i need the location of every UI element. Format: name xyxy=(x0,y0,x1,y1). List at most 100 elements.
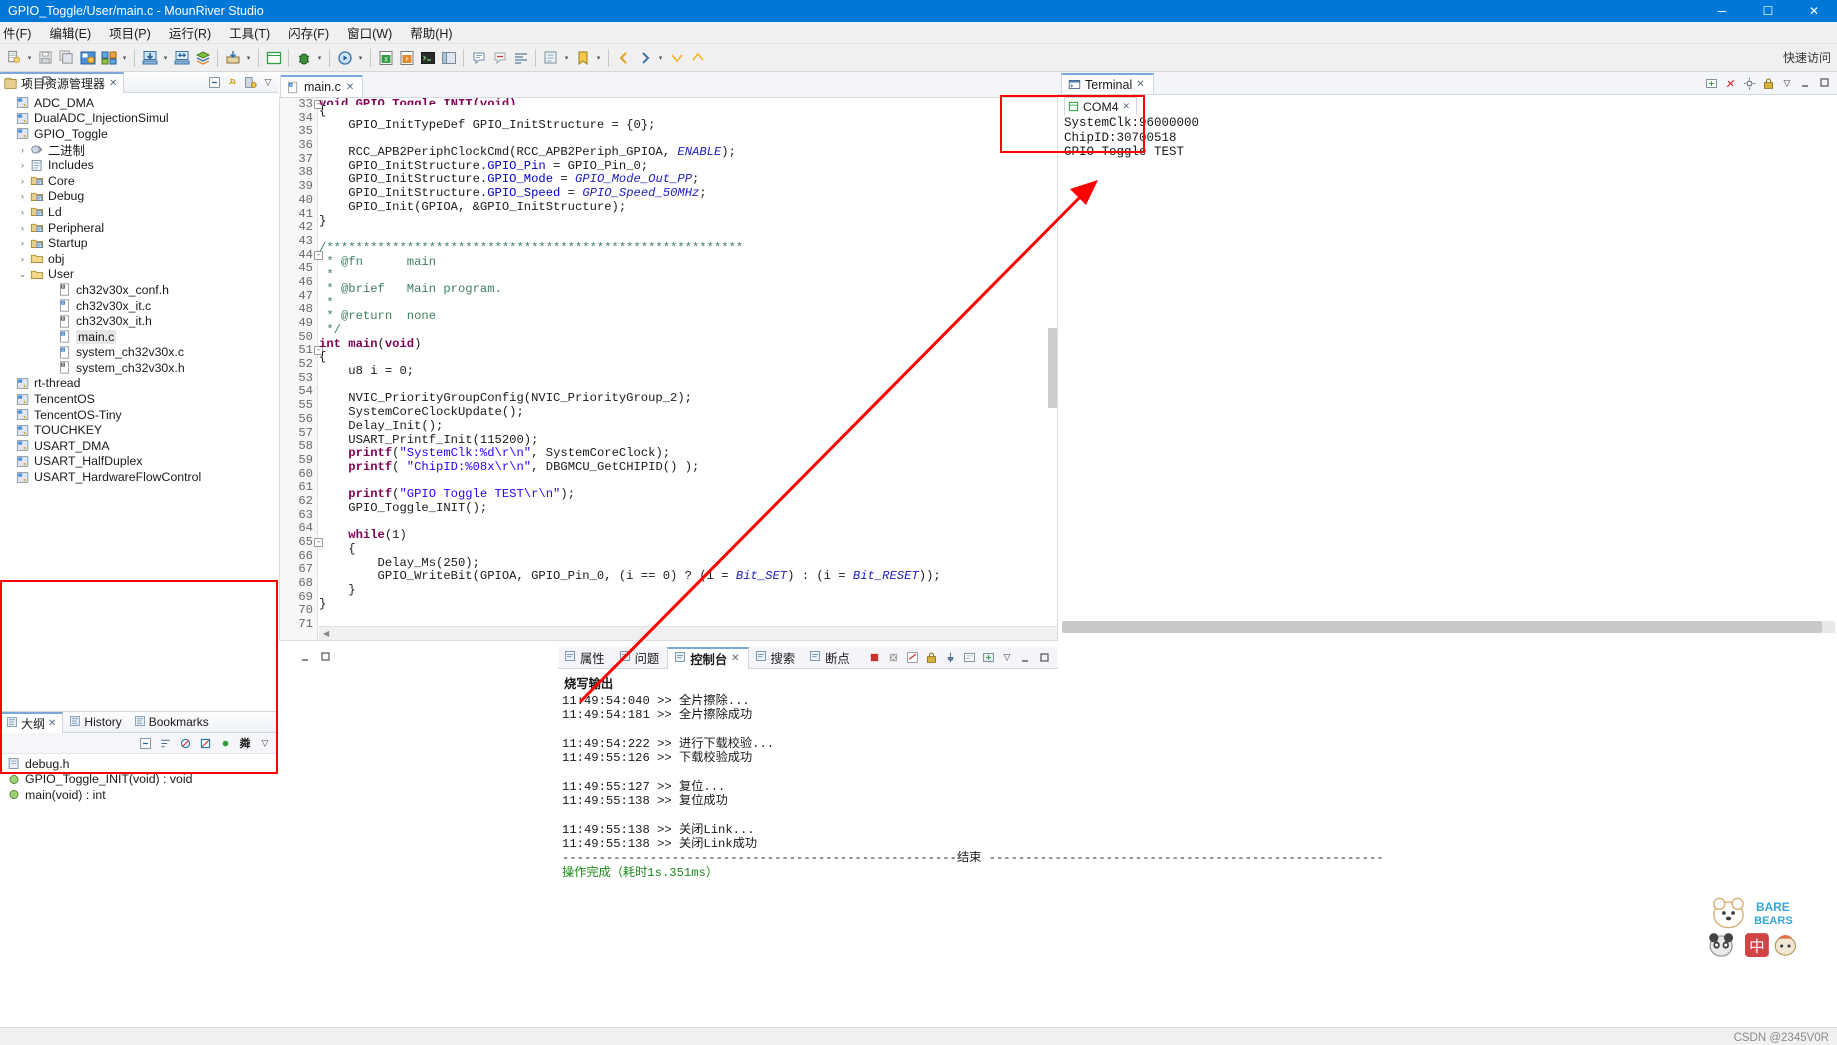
outline-item[interactable]: main(void) : int xyxy=(0,787,278,803)
import-dropdown-icon[interactable]: ▾ xyxy=(243,47,254,68)
tree-item-usart-dma[interactable]: USART_DMA xyxy=(0,438,278,454)
new-icon[interactable] xyxy=(3,47,24,68)
tree-item-rt-thread[interactable]: rt-thread xyxy=(0,376,278,392)
twisty-collapsed-icon[interactable]: › xyxy=(16,254,29,264)
uncomment-icon[interactable] xyxy=(489,47,510,68)
run-icon[interactable] xyxy=(334,47,355,68)
prev-annotation-icon[interactable] xyxy=(687,47,708,68)
perspective-icon[interactable] xyxy=(438,47,459,68)
twisty-expanded-icon[interactable]: ⌄ xyxy=(16,269,29,280)
import-icon[interactable] xyxy=(222,47,243,68)
minimize-button[interactable]: ─ xyxy=(1699,0,1745,22)
run-dropdown-icon[interactable]: ▾ xyxy=(355,47,366,68)
tree-item-ch32v30x-it-c[interactable]: c ch32v30x_it.c xyxy=(0,298,278,314)
close-button[interactable]: ✕ xyxy=(1791,0,1837,22)
close-icon[interactable]: ✕ xyxy=(109,78,117,89)
tree-item-ld[interactable]: › Ld xyxy=(0,204,278,220)
tab-search[interactable]: 搜索 xyxy=(749,647,804,669)
twisty-collapsed-icon[interactable]: › xyxy=(16,223,29,233)
new-dropdown-icon[interactable]: ▾ xyxy=(24,47,35,68)
export-pdf-icon[interactable]: P xyxy=(396,47,417,68)
collapse-all-icon[interactable] xyxy=(138,736,152,750)
build-config-icon[interactable] xyxy=(98,47,119,68)
bookmark-icon[interactable] xyxy=(572,47,593,68)
outline-item[interactable]: debug.h xyxy=(0,756,278,772)
view-menu-icon[interactable]: ▽ xyxy=(258,736,272,750)
search-dropdown-icon[interactable]: ▾ xyxy=(561,47,572,68)
scroll-lock-icon[interactable] xyxy=(924,651,938,665)
tree-item-ch32v30x-it-h[interactable]: h ch32v30x_it.h xyxy=(0,313,278,329)
minimize-view-icon[interactable] xyxy=(1799,76,1813,90)
hide-static-icon[interactable] xyxy=(198,736,212,750)
view-menu-icon[interactable]: ▽ xyxy=(1780,76,1794,90)
save-icon[interactable] xyxy=(35,47,56,68)
close-icon[interactable]: ✕ xyxy=(48,718,56,729)
tree-item-main-c[interactable]: c main.c xyxy=(0,329,278,345)
tree-item-system-ch32v30x-c[interactable]: c system_ch32v30x.c xyxy=(0,345,278,361)
console-view-icon[interactable] xyxy=(417,47,438,68)
maximize-view-icon[interactable] xyxy=(1818,76,1832,90)
twisty-collapsed-icon[interactable]: › xyxy=(16,145,29,155)
tab-outline[interactable]: 大纲 ✕ xyxy=(0,711,64,733)
open-console-icon[interactable] xyxy=(981,651,995,665)
tab-com4[interactable]: COM4 ✕ xyxy=(1064,97,1138,115)
export-excel-icon[interactable]: X xyxy=(375,47,396,68)
close-icon[interactable]: ✕ xyxy=(346,82,354,93)
remove-launch-icon[interactable] xyxy=(886,651,900,665)
close-icon[interactable]: ✕ xyxy=(731,653,739,664)
bookmark-dropdown-icon[interactable]: ▾ xyxy=(593,47,604,68)
maximize-button[interactable]: ☐ xyxy=(1745,0,1791,22)
tree-item--[interactable]: › 二进制 xyxy=(0,142,278,158)
tree-item-touchkey[interactable]: TOUCHKEY xyxy=(0,422,278,438)
terminal-open-icon[interactable] xyxy=(263,47,284,68)
build-dropdown-icon[interactable]: ▾ xyxy=(119,47,130,68)
console-output[interactable]: 烧写输出 11:49:54:040 >> 全片擦除... 11:49:54:181… xyxy=(558,670,1384,1027)
link-with-editor-icon[interactable] xyxy=(225,75,239,89)
tree-item-tencentos-tiny[interactable]: TencentOS-Tiny xyxy=(0,407,278,423)
new-terminal-icon[interactable] xyxy=(1704,76,1718,90)
menu-help[interactable]: 帮助(H) xyxy=(401,22,461,43)
tab-console[interactable]: 控制台 ✕ xyxy=(667,646,749,669)
tree-item-tencentos[interactable]: TencentOS xyxy=(0,391,278,407)
format-icon[interactable] xyxy=(510,47,531,68)
terminal-settings-icon[interactable] xyxy=(1742,76,1756,90)
tree-item-user[interactable]: ⌄ User xyxy=(0,267,278,283)
menu-file[interactable]: 件(F) xyxy=(0,22,40,43)
tab-project-explorer[interactable]: 项目资源管理器 ✕ xyxy=(0,71,125,93)
download-all-icon[interactable] xyxy=(171,47,192,68)
view-filter-icon[interactable] xyxy=(243,75,257,89)
tree-item-includes[interactable]: › Includes xyxy=(0,157,278,173)
tree-item-peripheral[interactable]: › Peripheral xyxy=(0,220,278,236)
close-icon[interactable]: ✕ xyxy=(1136,79,1144,90)
twisty-collapsed-icon[interactable]: › xyxy=(16,207,29,217)
link-editor-icon[interactable]: 粦 xyxy=(238,736,252,750)
collapse-all-icon[interactable] xyxy=(207,75,221,89)
menu-project[interactable]: 项目(P) xyxy=(100,22,160,43)
tree-item-gpio-toggle[interactable]: GPIO_Toggle xyxy=(0,126,278,142)
view-menu-icon[interactable]: ▽ xyxy=(1000,651,1014,665)
tab-breakpoints[interactable]: 断点 xyxy=(803,647,858,669)
maximize-view-icon[interactable] xyxy=(40,74,54,88)
clear-console-icon[interactable] xyxy=(905,651,919,665)
download-dropdown-icon[interactable]: ▾ xyxy=(160,47,171,68)
twisty-collapsed-icon[interactable]: › xyxy=(16,191,29,201)
comment-icon[interactable] xyxy=(468,47,489,68)
tree-item-obj[interactable]: › obj xyxy=(0,251,278,267)
hide-nonpublic-icon[interactable] xyxy=(218,736,232,750)
twisty-collapsed-icon[interactable]: › xyxy=(16,176,29,186)
sort-icon[interactable] xyxy=(158,736,172,750)
editor-horizontal-scrollbar[interactable]: ◀ xyxy=(319,626,1057,640)
scroll-lock-icon[interactable] xyxy=(1761,76,1775,90)
scroll-left-icon[interactable]: ◀ xyxy=(323,629,329,638)
tree-item-usart-halfduplex[interactable]: USART_HalfDuplex xyxy=(0,454,278,470)
tree-item-system-ch32v30x-h[interactable]: h system_ch32v30x.h xyxy=(0,360,278,376)
tree-item-debug[interactable]: › Debug xyxy=(0,189,278,205)
menu-flash[interactable]: 闪存(F) xyxy=(279,22,338,43)
debug-dropdown-icon[interactable]: ▾ xyxy=(314,47,325,68)
menu-run[interactable]: 运行(R) xyxy=(160,22,220,43)
minimize-view-icon[interactable] xyxy=(1019,651,1033,665)
code-text[interactable]: void GPIO_Toggle_INIT(void){ GPIO_InitTy… xyxy=(319,98,1057,640)
tree-item-core[interactable]: › Core xyxy=(0,173,278,189)
minimize-view-icon[interactable] xyxy=(299,650,313,664)
outline-list[interactable]: debug.h GPIO_Toggle_INIT(void) : void main… xyxy=(0,756,278,1027)
